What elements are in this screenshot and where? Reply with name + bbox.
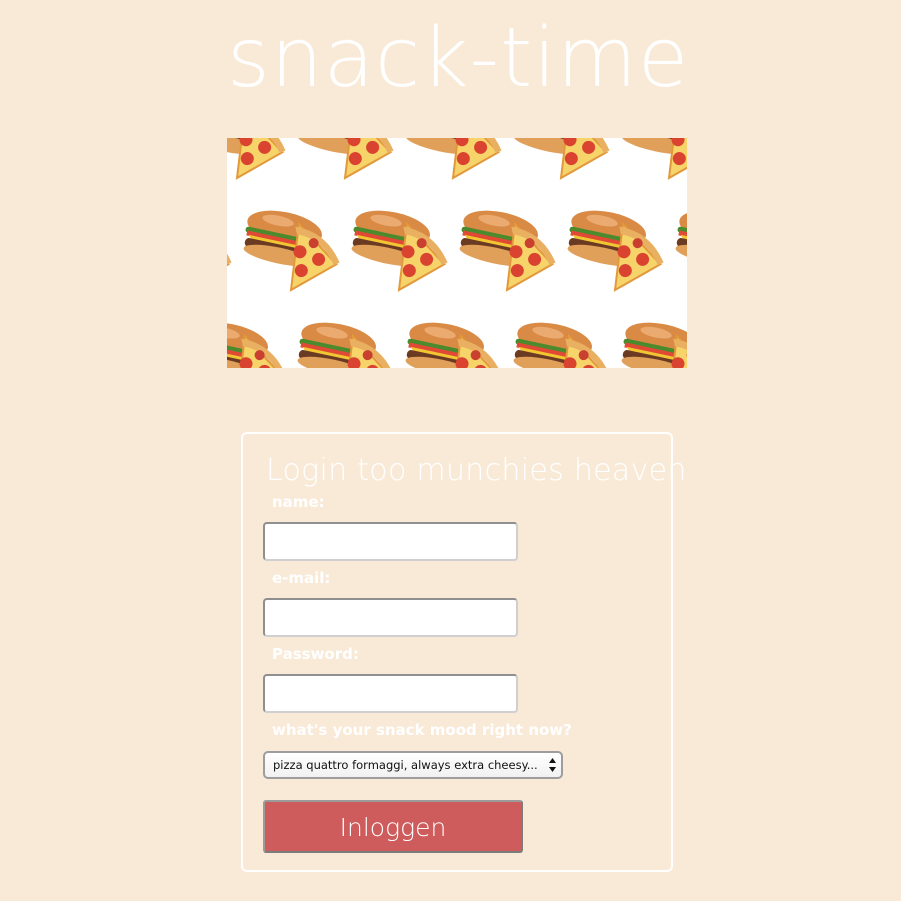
name-label: name: [272,493,325,511]
email-input[interactable] [263,598,518,637]
snack-mood-select[interactable]: pizza quattro formaggi, always extra che… [263,751,563,779]
food-pattern-banner [227,138,687,368]
pizza-burger-pattern-image [227,138,687,368]
email-label: e-mail: [272,569,331,587]
snack-mood-selected-value: pizza quattro formaggi, always extra che… [273,758,538,772]
hamburger-icon [672,204,687,272]
login-heading: Login too munchies heaven [266,453,687,488]
login-submit-button[interactable]: Inloggen [263,800,523,853]
password-input[interactable] [263,674,518,713]
name-input[interactable] [263,522,518,561]
snack-mood-label: what's your snack mood right now? [272,721,572,739]
password-label: Password: [272,645,359,663]
pizza-slice-icon [227,222,240,306]
site-title: snack-time [227,11,690,106]
select-arrows-icon [549,758,556,772]
